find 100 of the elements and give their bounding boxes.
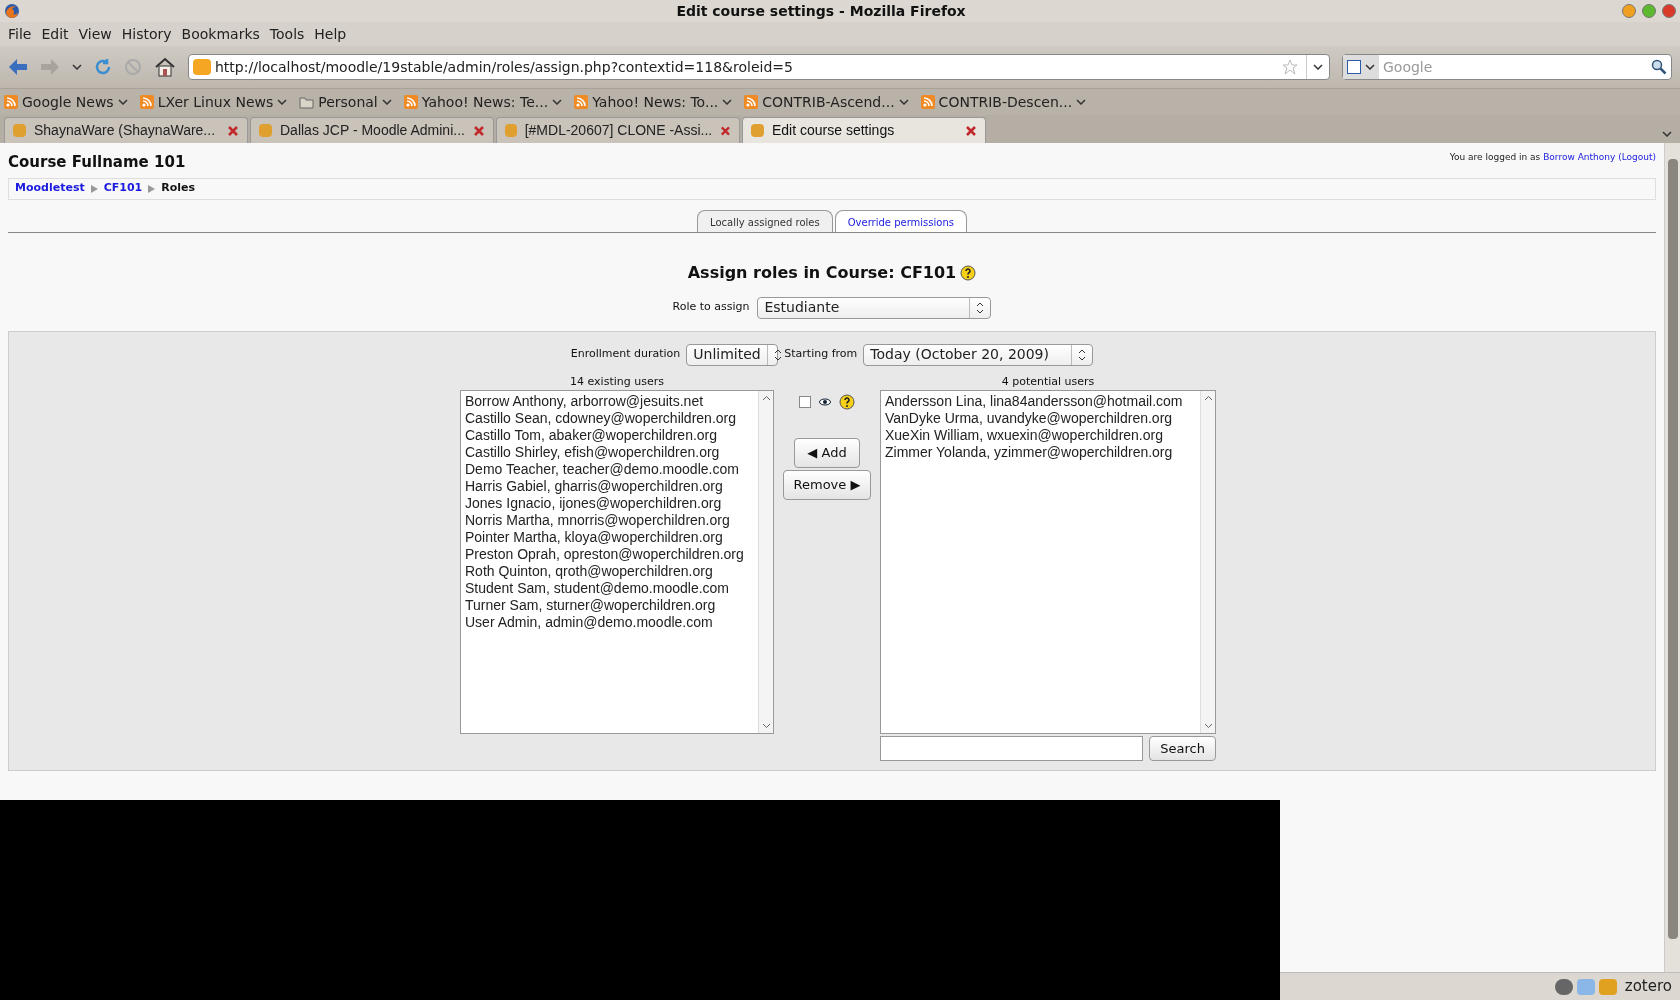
menu-item[interactable]: File (4, 23, 36, 45)
browser-tab[interactable]: Edit course settings (742, 117, 986, 143)
start-date-select[interactable]: Today (October 20, 2009) (863, 343, 1094, 366)
user-list-item[interactable]: XueXin William, wxuexin@woperchildren.org (885, 427, 1196, 444)
chevron-down-icon (381, 99, 392, 105)
back-arrow-icon[interactable] (8, 58, 28, 76)
browser-tab[interactable]: [#MDL-20607] CLONE -Assi... (496, 117, 740, 143)
browser-tab[interactable]: ShaynaWare (ShaynaWare... (4, 117, 248, 143)
scrollbar[interactable] (758, 391, 773, 733)
menu-item[interactable]: Bookmarks (177, 23, 264, 45)
window-title: Edit course settings - Mozilla Firefox (675, 1, 967, 21)
eye-icon (819, 397, 831, 406)
remove-button[interactable]: Remove ▶ (782, 469, 872, 500)
close-icon[interactable] (720, 124, 731, 137)
star-icon[interactable] (1282, 59, 1298, 75)
home-icon[interactable] (154, 57, 176, 77)
start-label: Starting from (784, 346, 858, 363)
scroll-up-icon[interactable] (761, 395, 771, 401)
page-tab[interactable]: Override permissions (834, 209, 967, 232)
scroll-down-icon[interactable] (761, 723, 771, 729)
user-list-item[interactable]: Jones Ignacio, ijones@woperchildren.org (465, 495, 754, 512)
window-control-icon[interactable] (1662, 4, 1676, 18)
page-tab[interactable]: Locally assigned roles (697, 209, 833, 232)
tab-favicon-icon (13, 124, 26, 137)
user-list-item[interactable]: Castillo Tom, abaker@woperchildren.org (465, 427, 754, 444)
user-list-item[interactable]: Zimmer Yolanda, yzimmer@woperchildren.org (885, 444, 1196, 461)
help-icon[interactable] (839, 393, 855, 410)
role-select[interactable]: Estudiante (757, 296, 992, 319)
duration-select[interactable]: Unlimited (686, 343, 779, 366)
feed-icon (744, 95, 759, 109)
list-title: 4 potential users (1001, 373, 1095, 390)
tab-favicon-icon (505, 124, 517, 137)
breadcrumb-link[interactable]: CF101 (103, 180, 143, 197)
menu-item[interactable]: Help (310, 23, 351, 45)
bookmark-item[interactable]: Yahoo! News: To... (574, 91, 733, 113)
course-title: Course Fullname 101 (8, 152, 186, 173)
user-list-item[interactable]: Harris Gabiel, gharris@woperchildren.org (465, 478, 754, 495)
breadcrumb-link[interactable]: Moodletest (15, 180, 85, 197)
user-list-item[interactable]: Demo Teacher, teacher@demo.moodle.com (465, 461, 754, 478)
bookmark-item[interactable]: Personal (299, 91, 392, 113)
menu-item[interactable]: View (74, 23, 116, 45)
tab-favicon-icon (751, 124, 764, 137)
tab-favicon-icon (259, 124, 272, 137)
feed-icon (139, 95, 154, 109)
chevron-down-icon (552, 99, 563, 105)
close-icon[interactable] (965, 124, 977, 137)
chevron-down-icon (1365, 64, 1375, 70)
bookmark-item[interactable]: Yahoo! News: Te... (403, 91, 563, 113)
chevron-down-icon (1076, 99, 1087, 105)
bookmark-item[interactable]: CONTRIB-Descen... (920, 91, 1087, 113)
show-checkbox[interactable] (799, 395, 811, 408)
user-list-item[interactable]: Student Sam, student@demo.moodle.com (465, 580, 754, 597)
close-icon[interactable] (473, 124, 485, 137)
search-field[interactable] (880, 736, 1144, 761)
separator-arrow-icon (148, 184, 156, 193)
feed-icon (4, 95, 18, 109)
browser-tab[interactable]: Dallas JCP - Moodle Admini... (250, 117, 494, 143)
address-bar[interactable]: http://localhost/moodle/19stable/admin/roles/assign.php?contextid=118&roleid=5 (188, 54, 1330, 80)
user-list-item[interactable]: Norris Martha, mnorris@woperchildren.org (465, 512, 754, 529)
close-icon[interactable] (227, 124, 239, 137)
scrollbar[interactable] (1200, 391, 1215, 733)
user-list-item[interactable]: Preston Oprah, opreston@woperchildren.org (465, 546, 754, 563)
user-list-item[interactable]: Castillo Sean, cdowney@woperchildren.org (465, 410, 754, 427)
chevron-down-icon (898, 99, 909, 105)
bookmark-item[interactable]: Google News (4, 91, 128, 113)
user-list-item[interactable]: Andersson Lina, lina84andersson@hotmail.com (885, 393, 1196, 410)
chevron-down-icon (1313, 64, 1323, 70)
bookmark-item[interactable]: CONTRIB-Ascend... (744, 91, 909, 113)
separator-arrow-icon (90, 184, 98, 193)
user-list-item[interactable]: Roth Quinton, qroth@woperchildren.org (465, 563, 754, 580)
chevron-down-icon (1662, 131, 1672, 137)
page-scrollbar[interactable] (1664, 143, 1680, 972)
role-label: Role to assign (672, 299, 750, 316)
site-icon (193, 59, 211, 75)
zotero-label[interactable]: zotero (1620, 975, 1676, 998)
scroll-up-icon[interactable] (1203, 395, 1213, 401)
window-control-icon[interactable] (1642, 4, 1656, 18)
help-icon[interactable] (960, 264, 977, 281)
bookmark-item[interactable]: LXer Linux News (139, 91, 288, 113)
user-list-item[interactable]: Turner Sam, sturner@woperchildren.org (465, 597, 754, 614)
window-control-icon[interactable] (1622, 4, 1636, 18)
menu-item[interactable]: Tools (265, 23, 309, 45)
add-button[interactable]: ◀ Add (794, 437, 860, 468)
user-list-item[interactable]: Pointer Martha, kloya@woperchildren.org (465, 529, 754, 546)
search-icon[interactable] (1651, 59, 1667, 75)
feed-icon (920, 95, 935, 109)
user-list-item[interactable]: VanDyke Urma, uvandyke@woperchildren.org (885, 410, 1196, 427)
browser-logo-icon (4, 3, 20, 19)
menu-item[interactable]: History (117, 23, 176, 45)
user-list-item[interactable]: User Admin, admin@demo.moodle.com (465, 614, 754, 631)
scroll-down-icon[interactable] (1203, 723, 1213, 729)
logout-link[interactable]: (Logout) (1618, 152, 1656, 162)
reload-icon[interactable] (94, 58, 112, 76)
menu-item[interactable]: Edit (37, 23, 73, 45)
search-engine-icon[interactable] (1343, 55, 1379, 79)
chevron-down-icon (277, 99, 288, 105)
search-button[interactable]: Search (1149, 736, 1216, 761)
user-link[interactable]: Borrow Anthony (1543, 152, 1616, 162)
user-list-item[interactable]: Castillo Shirley, efish@woperchildren.org (465, 444, 754, 461)
user-list-item[interactable]: Borrow Anthony, arborrow@jesuits.net (465, 393, 754, 410)
